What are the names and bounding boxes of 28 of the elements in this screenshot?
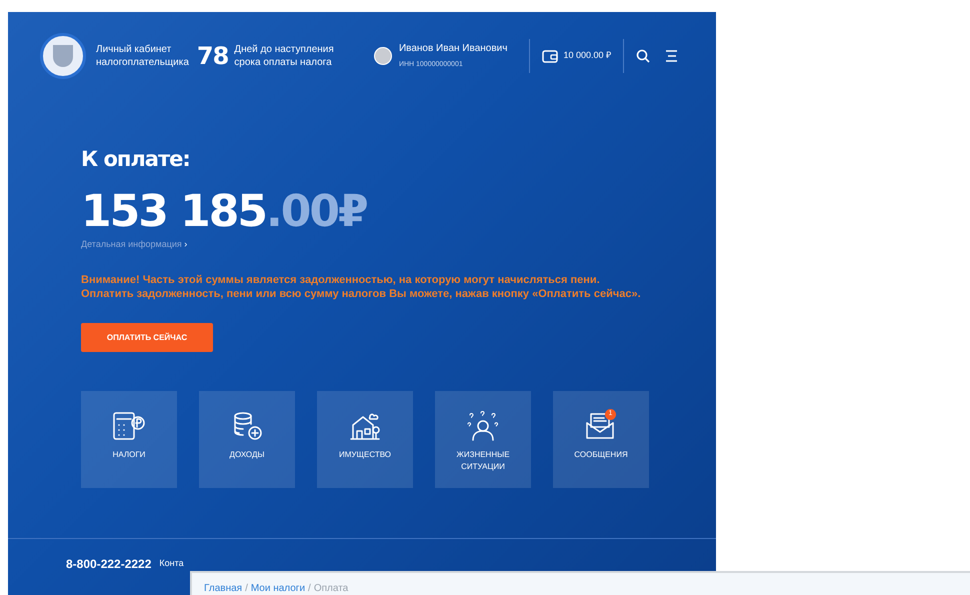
wallet-icon[interactable] (542, 49, 558, 63)
warning-text: Внимание! Часть этой суммы является задолженностью, на которую могут начисляться пени. Оплатить задолженность, пени или всю сумму налогов Вы можете, нажав кнопку «Оплатить сейчас». (81, 273, 641, 301)
user-name[interactable]: Иванов Иван Иванович (398, 41, 508, 56)
cabinet-title[interactable]: Личный кабинет налогоплательщика (96, 43, 189, 69)
avatar (374, 47, 392, 65)
breadcrumb-separator: / (245, 582, 248, 595)
payment-amount: 153 185.00₽ (81, 188, 367, 236)
phone-number: 8-800-222-2222 (66, 556, 152, 573)
category-tile[interactable]: ДОХОДЫ (199, 391, 295, 488)
breadcrumb-link[interactable]: Главная (204, 581, 242, 595)
contacts-link[interactable]: Конта (159, 557, 184, 571)
emblem-logo (40, 33, 86, 79)
balance-text[interactable]: 10 000.00 ₽ (563, 49, 611, 63)
pay-now-button[interactable]: ОПЛАТИТЬ СЕЙЧАС (81, 323, 213, 352)
menu-icon[interactable] (665, 50, 678, 62)
breadcrumb-link[interactable]: Мои налоги (250, 581, 306, 595)
payment-heading: К оплате: (81, 146, 190, 173)
category-tile[interactable]: НАЛОГИ (81, 391, 177, 488)
category-tile[interactable]: ЖИЗНЕННЫЕ СИТУАЦИИ (435, 391, 531, 488)
details-link[interactable]: Детальная информация › (81, 238, 188, 251)
calculator-icon (112, 411, 146, 441)
days-text: Дней до наступления срока оплаты налога (234, 43, 334, 69)
category-tile[interactable]: ИМУЩЕСТВО (317, 391, 413, 488)
house-icon (348, 411, 382, 441)
days-count: 78 (196, 41, 228, 72)
person-questions-icon (466, 411, 500, 441)
breadcrumb-separator: / (308, 582, 311, 595)
search-icon[interactable] (636, 49, 650, 63)
